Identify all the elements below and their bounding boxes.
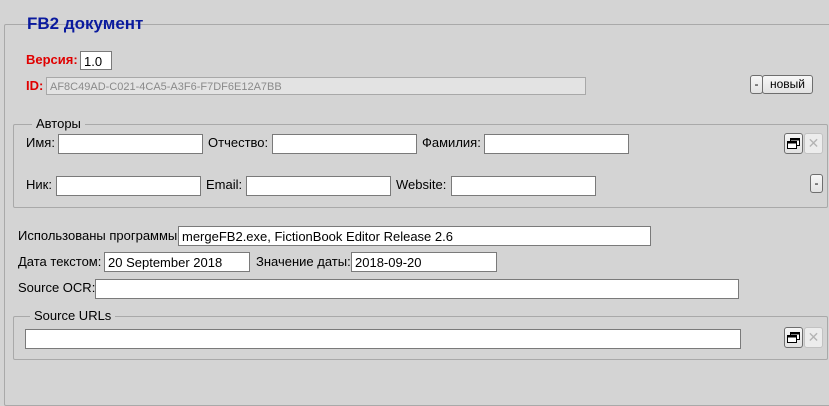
version-label: Версия: [26,52,78,67]
source-ocr-input[interactable] [95,279,739,299]
programs-label: Использованы программы: [18,228,181,243]
nick-label: Ник: [26,177,52,192]
date-text-input[interactable]: 20 September 2018 [104,252,250,272]
nick-input[interactable] [56,176,201,196]
window-icon [787,332,800,343]
date-value-input[interactable]: 2018-09-20 [351,252,497,272]
middle-name-label: Отчество: [208,135,269,150]
last-name-label: Фамилия: [422,135,481,150]
source-url-add-button[interactable] [784,327,803,348]
first-name-input[interactable] [58,134,203,154]
version-field[interactable]: 1.0 [80,51,112,70]
author-minus-button[interactable]: - [810,174,823,193]
source-url-remove-button[interactable]: ✕ [804,327,823,348]
section-title: FB2 документ [27,14,144,33]
id-field[interactable]: AF8C49AD-C021-4CA5-A3F6-F7DF6E12A7BB [46,77,586,95]
programs-input[interactable]: mergeFB2.exe, FictionBook Editor Release… [178,226,651,246]
website-label: Website: [396,177,447,192]
id-label: ID: [26,78,44,93]
date-text-label: Дата текстом: [18,254,102,269]
authors-legend: Авторы [32,116,85,131]
last-name-input[interactable] [484,134,629,154]
window-icon [787,138,800,149]
x-icon: ✕ [807,329,820,345]
first-name-label: Имя: [26,135,55,150]
x-icon: ✕ [807,135,820,151]
source-urls-legend: Source URLs [30,308,116,323]
email-label: Email: [206,177,243,192]
author-remove-button[interactable]: ✕ [804,133,823,154]
middle-name-input[interactable] [272,134,417,154]
author-add-button[interactable] [784,133,803,154]
new-id-button[interactable]: новый [762,75,813,94]
source-ocr-label: Source OCR: [18,280,96,295]
email-input[interactable] [246,176,391,196]
date-value-label: Значение даты: [256,254,351,269]
source-urls-input[interactable] [25,329,741,349]
website-input[interactable] [451,176,596,196]
